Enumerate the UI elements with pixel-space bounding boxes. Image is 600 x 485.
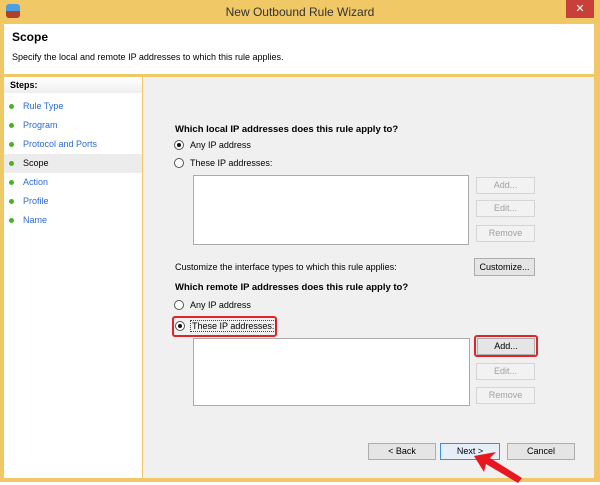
- remote-question: Which remote IP addresses does this rule…: [175, 282, 409, 293]
- back-button[interactable]: < Back: [368, 443, 436, 460]
- remote-remove-button[interactable]: Remove: [476, 387, 535, 404]
- page-header: Scope Specify the local and remote IP ad…: [4, 24, 594, 74]
- remote-any-radio[interactable]: [174, 300, 184, 310]
- step-dot-icon: [9, 218, 14, 223]
- step-dot-icon: [9, 180, 14, 185]
- step-action[interactable]: Action: [4, 173, 142, 192]
- local-these-label[interactable]: These IP addresses:: [190, 158, 272, 168]
- step-label: Program: [23, 120, 58, 130]
- remote-edit-button[interactable]: Edit...: [476, 363, 535, 380]
- step-program[interactable]: Program: [4, 116, 142, 135]
- local-any-radio[interactable]: [174, 140, 184, 150]
- steps-panel: Steps: Rule Type Program Protocol and Po…: [4, 77, 142, 478]
- steps-heading: Steps:: [4, 77, 142, 93]
- customize-button[interactable]: Customize...: [474, 258, 535, 276]
- step-name[interactable]: Name: [4, 211, 142, 230]
- red-arrow-icon: [474, 452, 522, 483]
- page-title: Scope: [12, 30, 49, 44]
- step-label: Profile: [23, 196, 49, 206]
- step-protocol-and-ports[interactable]: Protocol and Ports: [4, 135, 142, 154]
- remote-any-label[interactable]: Any IP address: [190, 300, 251, 310]
- customize-text: Customize the interface types to which t…: [175, 262, 397, 272]
- step-label: Protocol and Ports: [23, 139, 98, 149]
- local-add-button[interactable]: Add...: [476, 177, 535, 194]
- step-dot-icon: [9, 199, 14, 204]
- step-label: Name: [23, 215, 48, 225]
- local-remove-button[interactable]: Remove: [476, 225, 535, 242]
- main-panel: Which local IP addresses does this rule …: [143, 77, 594, 478]
- step-scope: Scope: [4, 154, 142, 173]
- remote-these-label[interactable]: These IP addresses:: [190, 320, 277, 332]
- step-dot-icon: [9, 123, 14, 128]
- local-these-radio[interactable]: [174, 158, 184, 168]
- step-label: Scope: [23, 158, 49, 168]
- close-button[interactable]: ✕: [566, 0, 594, 18]
- window-title: New Outbound Rule Wizard: [225, 5, 375, 19]
- remote-add-button[interactable]: Add...: [477, 338, 535, 355]
- local-edit-button[interactable]: Edit...: [476, 200, 535, 217]
- local-any-label[interactable]: Any IP address: [190, 140, 251, 150]
- local-ip-list[interactable]: [193, 175, 469, 245]
- step-dot-icon: [9, 142, 14, 147]
- remote-these-radio[interactable]: [175, 321, 185, 331]
- local-question: Which local IP addresses does this rule …: [175, 124, 399, 135]
- step-label: Rule Type: [23, 101, 64, 111]
- step-rule-type[interactable]: Rule Type: [4, 97, 142, 116]
- page-subtitle: Specify the local and remote IP addresse…: [12, 52, 284, 62]
- step-label: Action: [23, 177, 49, 187]
- step-dot-icon: [9, 104, 14, 109]
- wizard-window: New Outbound Rule Wizard ✕ Scope Specify…: [0, 0, 600, 483]
- step-dot-icon: [9, 161, 14, 166]
- remote-ip-list[interactable]: [193, 338, 470, 406]
- step-profile[interactable]: Profile: [4, 192, 142, 211]
